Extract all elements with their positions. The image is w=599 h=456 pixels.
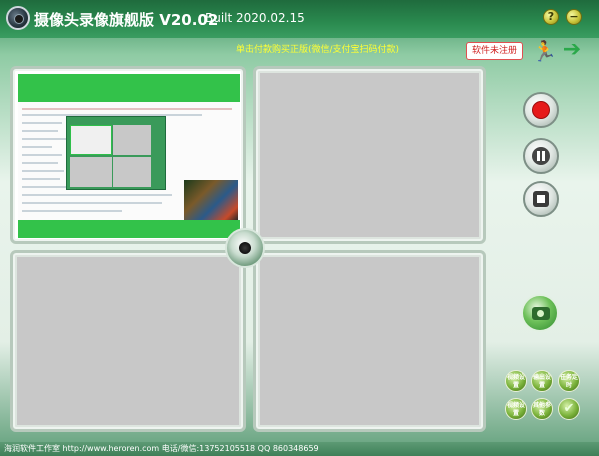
camera-icon <box>532 307 550 320</box>
title-bar: 摄像头录像旗舰版 V20.02 Built 2020.02.15 ? − <box>0 0 599 38</box>
stop-icon <box>533 191 549 207</box>
minimize-icon[interactable]: − <box>566 9 582 25</box>
pause-button[interactable] <box>523 138 559 174</box>
camera-panel-1[interactable] <box>10 66 246 244</box>
camera-panel-3[interactable] <box>10 250 246 432</box>
help-icon[interactable]: ? <box>543 9 559 25</box>
forward-arrow-icon[interactable]: ➔ <box>559 38 585 62</box>
preview-screen-image <box>18 102 240 220</box>
unregistered-badge[interactable]: 软件未注册 <box>466 42 523 60</box>
other-params-button[interactable]: 其他参数 <box>531 398 553 420</box>
snapshot-button[interactable] <box>521 294 559 332</box>
camera-panel-2[interactable] <box>253 66 486 244</box>
task-schedule-button[interactable]: 任务定时 <box>558 370 580 392</box>
footer-info: 海润软件工作室 http://www.heroren.com 电话/微信:137… <box>0 442 599 456</box>
check-icon: ✔ <box>563 401 575 416</box>
build-label: Built 2020.02.15 <box>205 11 305 25</box>
pause-icon <box>532 147 550 165</box>
webcam-logo-icon <box>6 6 30 30</box>
record-button[interactable] <box>523 92 559 128</box>
video-settings-2-button[interactable]: 视频设置 <box>505 398 527 420</box>
camera-preview <box>18 74 240 238</box>
stop-button[interactable] <box>523 181 559 217</box>
game-thumbnail <box>184 180 238 220</box>
app-title: 摄像头录像旗舰版 V20.02 <box>34 11 219 29</box>
confirm-check-button[interactable]: ✔ <box>558 398 580 420</box>
exit-runner-icon[interactable]: 🏃 <box>532 40 557 62</box>
purchase-link[interactable]: 单击付款购买正版(微信/支付宝扫码付款) <box>236 42 399 55</box>
record-icon <box>532 101 550 119</box>
output-settings-button[interactable]: 输出设置 <box>531 370 553 392</box>
camera-panel-4[interactable] <box>253 250 486 432</box>
video-settings-button[interactable]: 视频设置 <box>505 370 527 392</box>
camera-lens-icon <box>225 228 265 268</box>
mini-app-window <box>66 116 166 190</box>
